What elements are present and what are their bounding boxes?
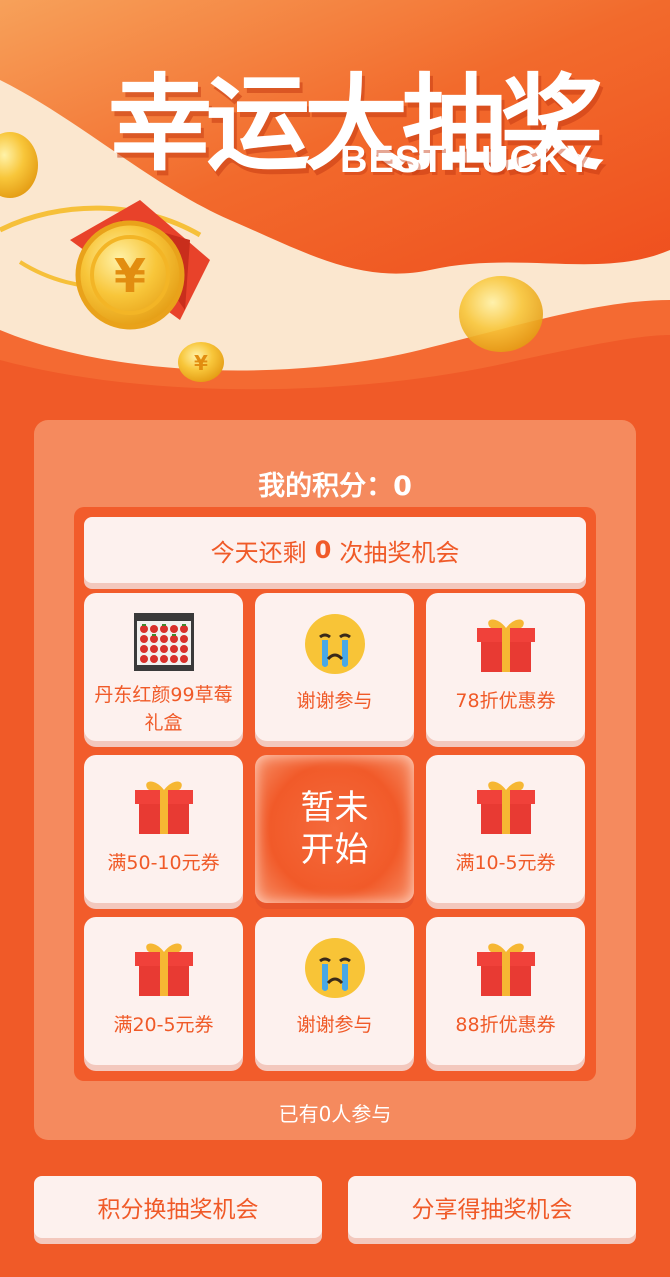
gift-box-icon bbox=[475, 613, 537, 675]
prize-cell-coupon-10-5: 满10-5元券 bbox=[426, 755, 585, 903]
prize-cell-coupon-20-5: 满20-5元券 bbox=[84, 917, 243, 1065]
start-label-line1: 暂未 bbox=[300, 788, 369, 828]
chances-suffix: 次抽奖机会 bbox=[339, 538, 460, 567]
svg-text:¥: ¥ bbox=[114, 249, 146, 303]
my-points: 我的积分：0 bbox=[34, 464, 636, 503]
prize-label: 满20-5元券 bbox=[113, 1014, 214, 1036]
points-label: 我的积分： bbox=[258, 471, 394, 502]
gift-box-icon bbox=[475, 937, 537, 999]
gift-box-icon bbox=[133, 775, 195, 837]
prize-cell-coupon-78: 78折优惠券 bbox=[426, 593, 585, 741]
crying-face-icon bbox=[304, 613, 366, 675]
hero-subtitle: BEST LUCKY bbox=[340, 139, 593, 181]
prize-label: 谢谢参与 bbox=[296, 1014, 373, 1036]
svg-text:¥: ¥ bbox=[194, 351, 208, 375]
prize-cell-coupon-50-10: 满50-10元券 bbox=[84, 755, 243, 903]
remaining-chances: 今天还剩 0 次抽奖机会 bbox=[84, 517, 586, 583]
prize-cell-coupon-88: 88折优惠券 bbox=[426, 917, 585, 1065]
prize-cell-strawberry: 丹东红颜99草莓礼盒 bbox=[84, 593, 243, 741]
lucky-bag-coin-icon: ¥ bbox=[70, 200, 210, 330]
participants-count: 已有0人参与 bbox=[278, 1102, 392, 1126]
prize-label: 78折优惠券 bbox=[455, 690, 556, 712]
prize-label: 丹东红颜99草莓礼盒 bbox=[94, 684, 233, 734]
hero-banner: ¥ ¥ 幸运大抽奖 BEST LUCKY bbox=[0, 0, 670, 408]
prize-cell-thanks-2: 谢谢参与 bbox=[255, 917, 414, 1065]
crying-face-icon bbox=[304, 937, 366, 999]
points-value: 0 bbox=[393, 471, 412, 502]
chances-prefix: 今天还剩 bbox=[210, 538, 307, 567]
share-button[interactable]: 分享得抽奖机会 bbox=[348, 1176, 636, 1238]
lottery-board: 今天还剩 0 次抽奖机会 丹东红颜99草莓礼盒 谢谢参与 78折优惠券 满50-… bbox=[74, 507, 596, 1081]
start-label-line2: 开始 bbox=[300, 830, 369, 870]
prize-label: 满10-5元券 bbox=[455, 852, 556, 874]
gift-box-icon bbox=[133, 937, 195, 999]
prize-label: 满50-10元券 bbox=[107, 852, 220, 874]
prize-label: 88折优惠券 bbox=[455, 1014, 556, 1036]
lottery-panel: 我的积分：0 今天还剩 0 次抽奖机会 丹东红颜99草莓礼盒 谢谢参与 78折优… bbox=[34, 420, 636, 1140]
small-coin-icon: ¥ bbox=[178, 342, 224, 382]
strawberry-photo bbox=[133, 611, 194, 673]
gift-box-icon bbox=[475, 775, 537, 837]
blurred-coin-icon bbox=[459, 276, 543, 352]
chances-count: 0 bbox=[314, 536, 332, 564]
coin-icon bbox=[0, 132, 38, 198]
prize-label: 谢谢参与 bbox=[296, 690, 373, 712]
exchange-points-button[interactable]: 积分换抽奖机会 bbox=[34, 1176, 322, 1238]
prize-cell-thanks: 谢谢参与 bbox=[255, 593, 414, 741]
start-lottery-button[interactable]: 暂未 开始 bbox=[255, 755, 414, 903]
